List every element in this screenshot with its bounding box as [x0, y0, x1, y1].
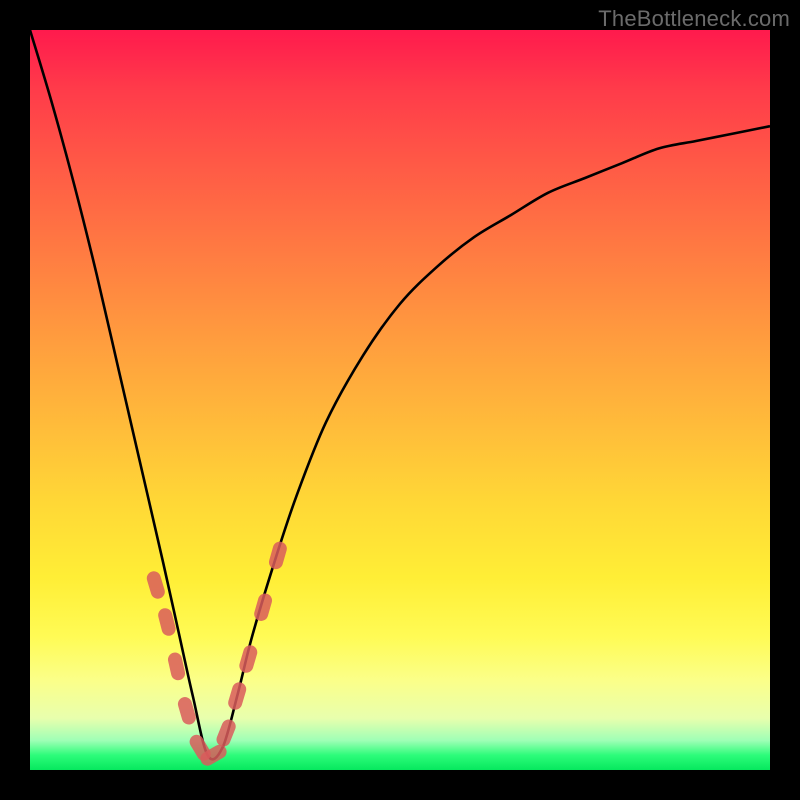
chart-svg [30, 30, 770, 770]
curve-marker [253, 592, 274, 623]
curve-marker [238, 644, 259, 675]
curve-marker [145, 570, 166, 601]
watermark-label: TheBottleneck.com [598, 6, 790, 32]
chart-frame: TheBottleneck.com [0, 0, 800, 800]
curve-marker [226, 681, 247, 712]
curve-marker [214, 717, 237, 748]
chart-plot-area [30, 30, 770, 770]
bottleneck-curve [30, 30, 770, 759]
curve-marker [267, 540, 288, 571]
